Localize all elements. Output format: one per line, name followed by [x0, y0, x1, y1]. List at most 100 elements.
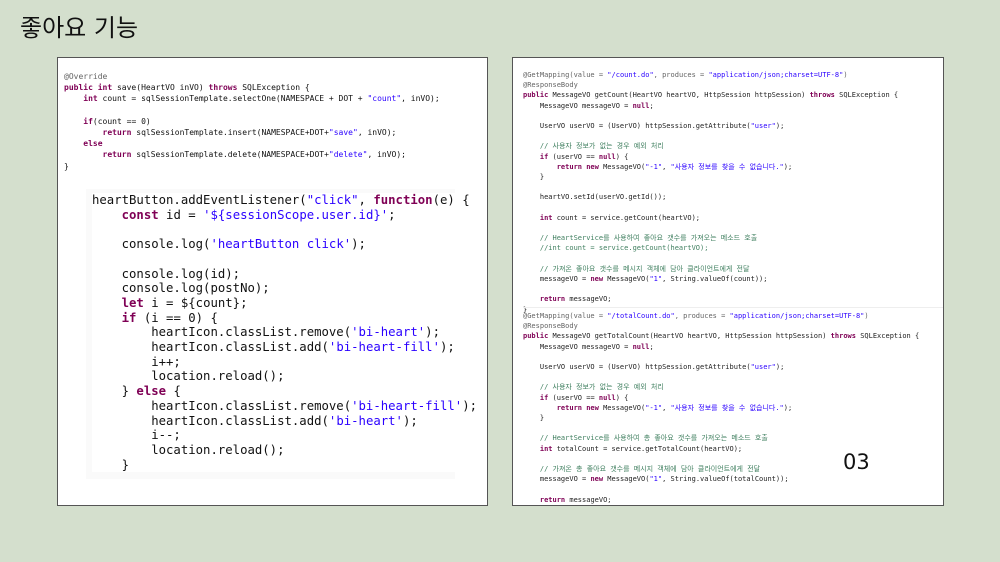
code-token: i--;	[92, 428, 181, 443]
code-line: return new MessageVO("-1", "사용자 정보를 찾을 수…	[523, 404, 792, 412]
code-token: // HeartService를 사용하여 좋아요 갯수를 가져오는 메소드 호…	[523, 234, 758, 243]
code-token: ;	[388, 207, 396, 222]
code-line: // 사용자 정보가 없는 경우 예외 처리	[523, 383, 664, 391]
code-token: );	[425, 325, 440, 340]
code-token: , inVO);	[357, 128, 397, 138]
code-token: messageVO;	[569, 495, 612, 504]
code-token: ;	[649, 101, 654, 110]
code-token: MessageVO messageVO =	[523, 342, 633, 351]
code-token: MessageVO getCount(HeartVO heartVO, Http…	[552, 91, 810, 100]
code-line: i++;	[92, 355, 181, 369]
code-line: public MessageVO getTotalCount(HeartVO h…	[523, 332, 919, 340]
code-token: MessageVO(	[603, 162, 646, 171]
code-token: "count"	[367, 94, 402, 104]
slide-title: 좋아요 기능	[20, 14, 139, 42]
code-token: "user"	[750, 122, 776, 131]
code-token: return	[539, 495, 570, 504]
code-token: ;	[649, 342, 654, 351]
code-token: return	[102, 128, 137, 138]
code-token: ,	[358, 193, 374, 207]
code-token: count = sqlSessionTemplate.selectOne(NAM…	[102, 94, 368, 104]
code-line: }	[92, 458, 129, 472]
code-token: @Override	[64, 72, 108, 81]
code-line: if (i == 0) {	[92, 311, 218, 325]
code-token: );	[783, 162, 793, 171]
code-token: MessageVO getTotalCount(HeartVO heartVO,…	[552, 332, 831, 341]
code-token: "application/json;charset=UTF-8"	[729, 312, 865, 320]
code-token: if	[83, 116, 93, 126]
code-token: heartIcon.classList.add(	[92, 413, 329, 428]
code-token: totalCount = service.getTotalCount(heart…	[556, 444, 743, 453]
code-token: if	[539, 393, 553, 402]
code-line: heartIcon.classList.remove('bi-heart-fil…	[92, 399, 477, 413]
code-line: UserVO userVO = (UserVO) httpSession.get…	[523, 363, 784, 371]
code-token: public int	[64, 83, 117, 93]
code-token: , produces =	[653, 71, 709, 79]
code-token: messageVO =	[523, 275, 591, 284]
code-token: public	[523, 91, 553, 100]
code-token: sqlSessionTemplate.insert(NAMESPACE+DOT+	[136, 128, 329, 138]
code-token: "application/json;charset=UTF-8"	[708, 71, 844, 79]
code-token: 'bi-heart-fill'	[351, 398, 463, 413]
code-line: MessageVO messageVO = null;	[523, 102, 654, 110]
code-line: return new MessageVO("-1", "사용자 정보를 찾을 수…	[523, 163, 792, 171]
code-token: MessageVO(	[603, 403, 646, 412]
code-token: messageVO =	[523, 475, 591, 484]
code-token: );	[462, 398, 477, 413]
code-token: "-1"	[645, 403, 663, 412]
code-token: // 사용자 정보가 없는 경우 예외 처리	[523, 383, 664, 392]
code-line: if (userVO == null) {	[523, 152, 629, 161]
code-line: }	[523, 414, 544, 422]
code-token: 'heartButton click'	[210, 237, 352, 252]
javascript-click-handler-code: heartButton.addEventListener("click", fu…	[92, 193, 477, 473]
code-token: new	[590, 275, 608, 284]
code-token: // 가져온 총 좋아요 갯수를 메시지 객체에 담아 클라이언트에게 전달	[523, 465, 761, 474]
java-dao-code: @Override public int save(HeartVO inVO) …	[64, 71, 440, 172]
code-line: // HeartService를 사용하여 총 좋아요 갯수를 가져오는 메소드…	[523, 434, 768, 442]
code-token: );	[783, 403, 793, 412]
code-line: } else {	[92, 384, 181, 398]
code-token: console.log(	[92, 237, 211, 252]
code-token: MessageVO messageVO =	[523, 101, 633, 110]
code-token: SQLException {	[839, 91, 899, 100]
code-line: return messageVO;	[523, 496, 612, 504]
code-screenshot-left: @Override public int save(HeartVO inVO) …	[57, 57, 488, 506]
code-token: "-1"	[645, 162, 663, 171]
code-token: null	[598, 152, 616, 161]
code-token: );	[439, 340, 455, 355]
code-token: 'bi-heart-fill'	[328, 340, 440, 355]
code-token: return	[539, 295, 570, 304]
code-token: function	[373, 193, 433, 207]
code-line: return sqlSessionTemplate.insert(NAMESPA…	[64, 128, 397, 138]
code-token: "/totalCount.do"	[607, 312, 675, 320]
code-token: "user"	[750, 363, 776, 372]
code-token: (e) {	[432, 193, 470, 207]
code-token: "delete"	[328, 150, 368, 160]
code-line: }	[64, 162, 69, 171]
code-line: if(count == 0)	[64, 116, 150, 126]
code-token: );	[351, 237, 366, 252]
code-token: );	[775, 363, 785, 372]
code-token: int	[539, 444, 557, 453]
code-token: (i == 0) {	[143, 310, 218, 325]
code-token: save(HeartVO inVO)	[116, 83, 209, 93]
code-token: MessageVO(	[607, 275, 650, 284]
code-token: "1"	[649, 275, 663, 284]
code-line: // 가져온 총 좋아요 갯수를 메시지 객체에 담아 클라이언트에게 전달	[523, 465, 760, 473]
code-token: // HeartService를 사용하여 총 좋아요 갯수를 가져오는 메소드…	[523, 434, 768, 443]
code-line: i--;	[92, 428, 181, 442]
code-token: heartVO.setId(userVO.getId());	[523, 193, 667, 202]
code-token: let	[121, 295, 152, 310]
code-line: heartIcon.classList.add('bi-heart-fill')…	[92, 340, 455, 354]
code-token: {	[173, 384, 181, 399]
code-token: (userVO ==	[552, 393, 599, 402]
code-token: null	[598, 393, 616, 402]
code-token: ) {	[615, 393, 629, 402]
